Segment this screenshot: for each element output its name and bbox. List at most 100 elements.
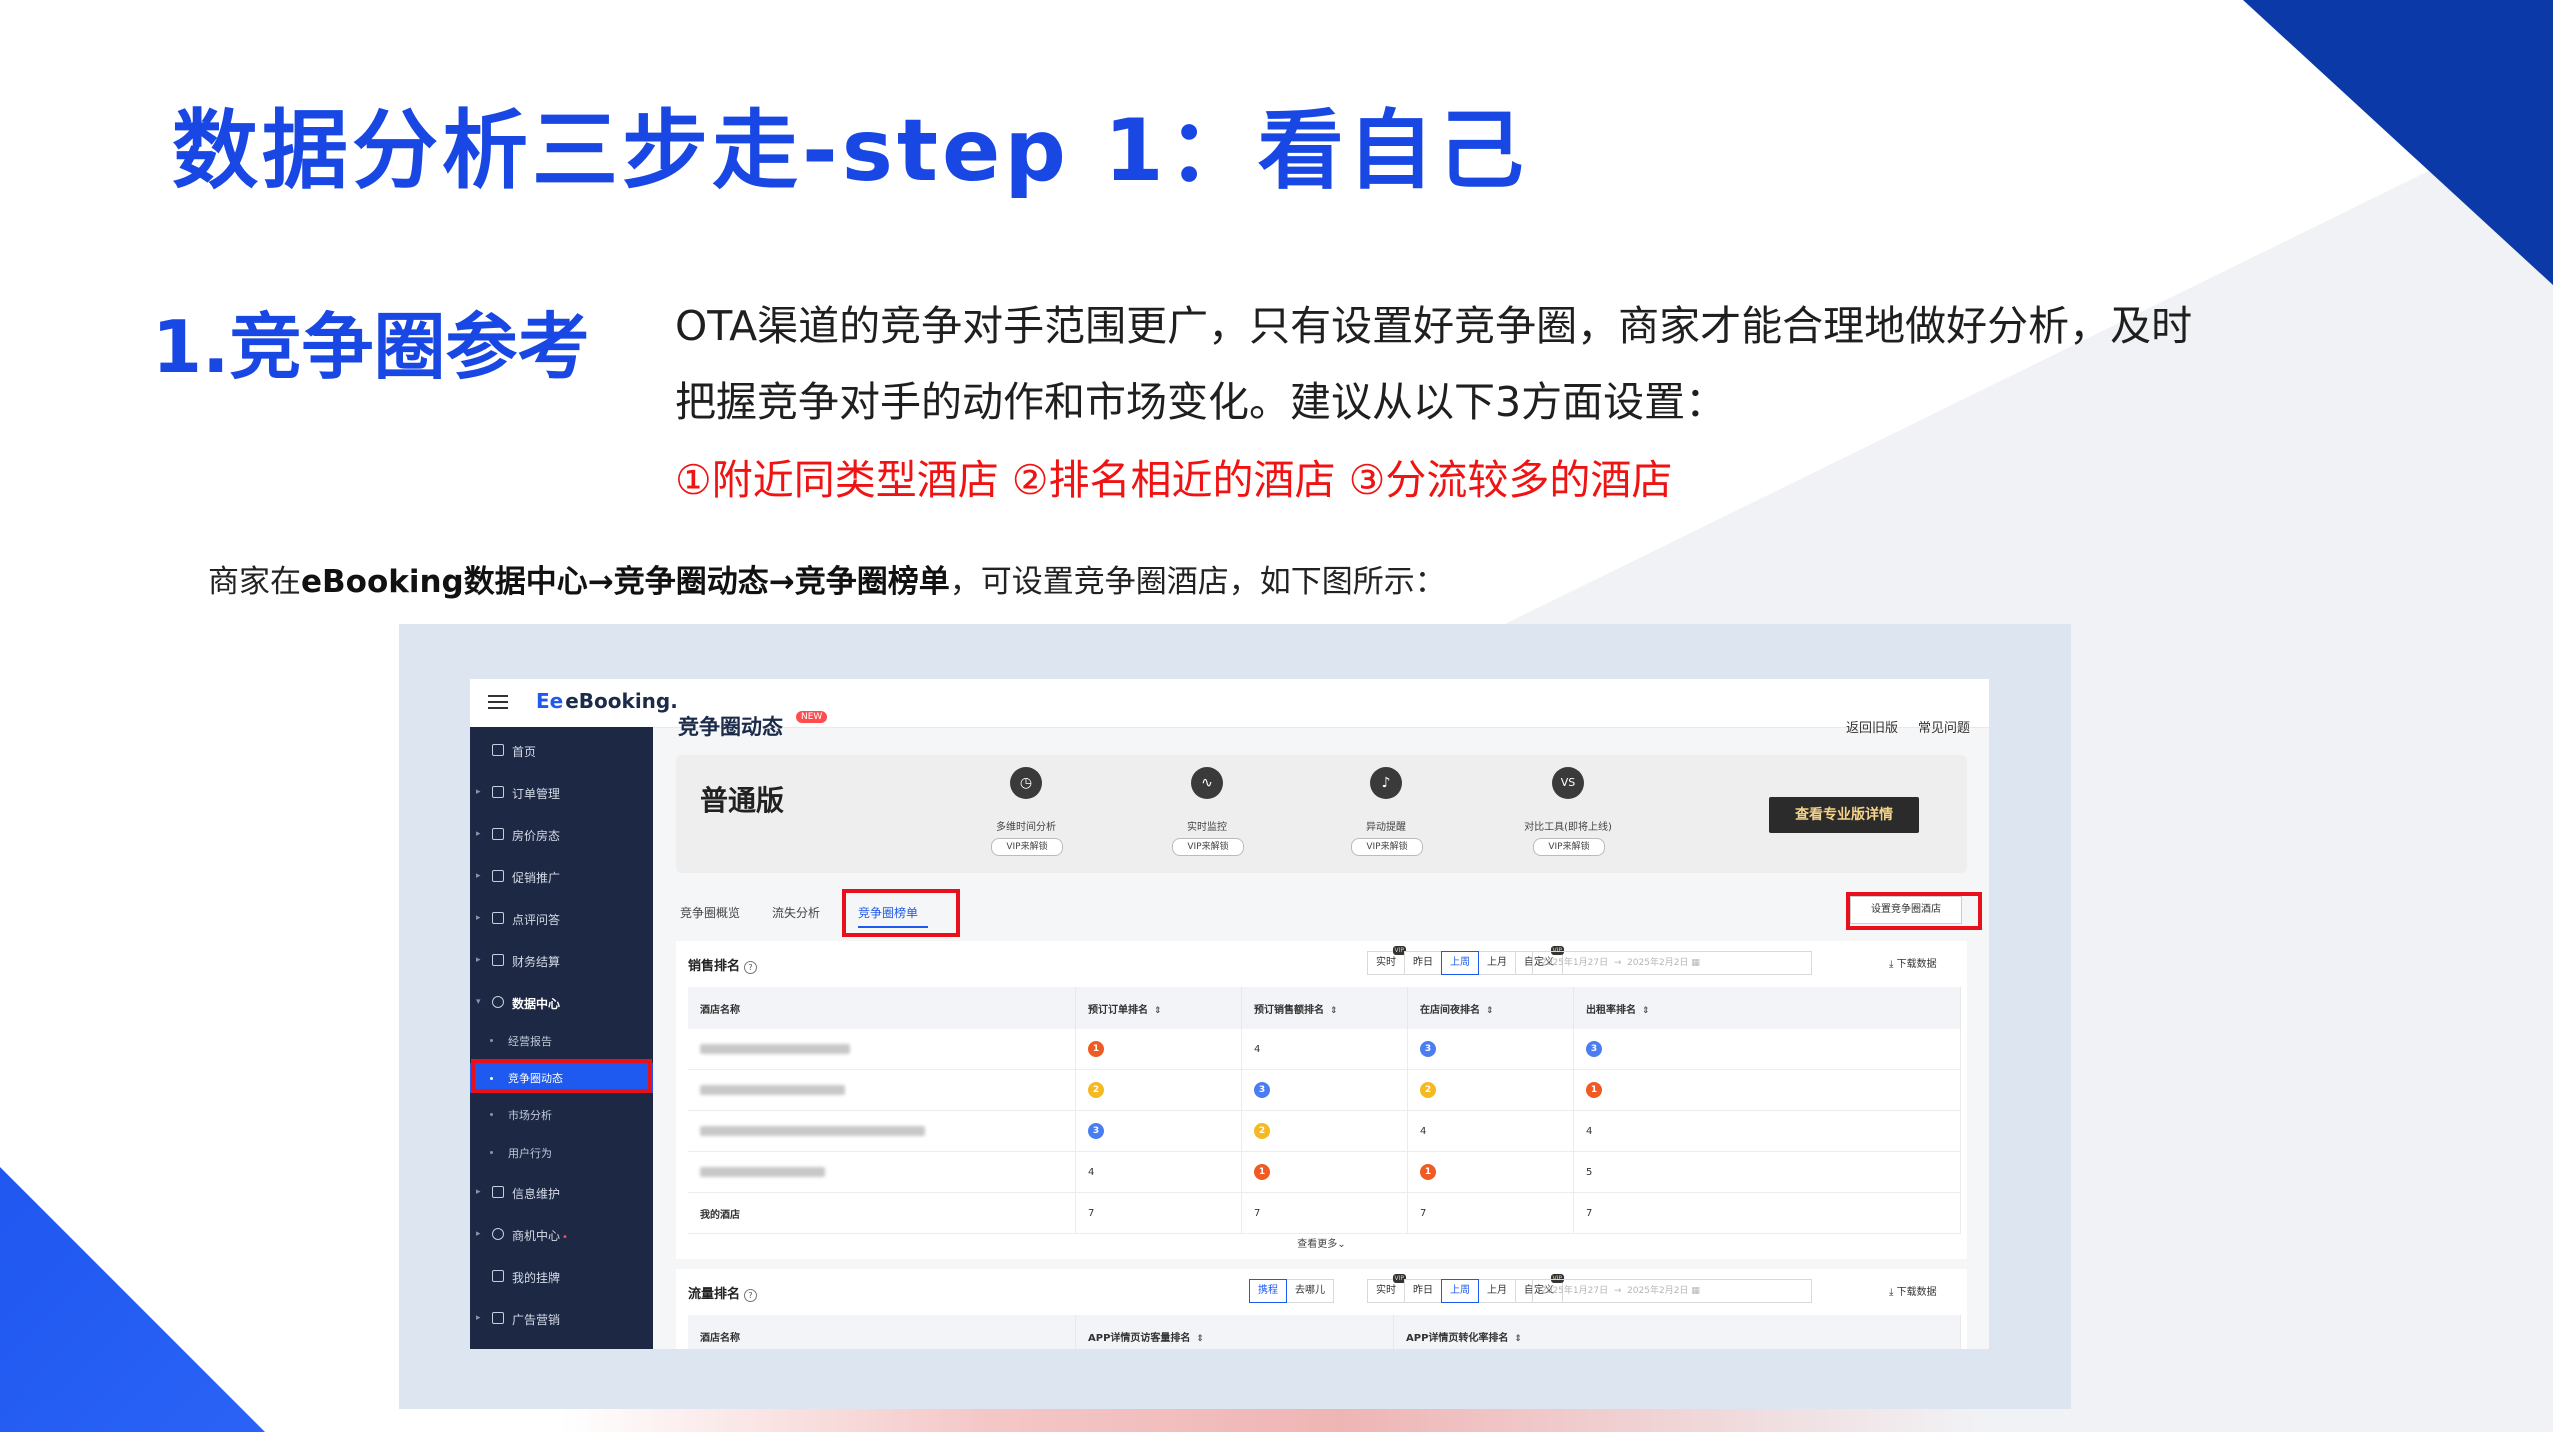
notification-dot: •: [562, 1232, 568, 1243]
column-sales-rank[interactable]: 预订销售额排名 ⇕: [1241, 987, 1408, 1029]
column-conversion-rank[interactable]: APP详情页转化率排名 ⇕: [1393, 1315, 1961, 1349]
rank-medal-icon: 2: [1420, 1082, 1436, 1098]
rank-cell: 2: [1407, 1069, 1574, 1111]
rank-medal-icon: 3: [1420, 1041, 1436, 1057]
vip-unlock-button[interactable]: VIP来解锁: [1351, 838, 1423, 856]
rank-cell: 4: [1407, 1110, 1574, 1152]
feature-name: 对比工具(即将上线): [1524, 822, 1612, 833]
panel-title: 销售排名?: [688, 955, 758, 974]
column-order-rank[interactable]: 预订订单排名 ⇕: [1075, 987, 1242, 1029]
sales-ranking-body: 1 4 3 3 2 3 2 1 3 2 4 4 4 1 1 5 我的酒店 7 7 7 7: [688, 1029, 1961, 1234]
traffic-ranking-table: 酒店名称 APP详情页访客量排名 ⇕ APP详情页转化率排名 ⇕: [688, 1315, 1961, 1349]
sidebar-item-info[interactable]: ▸ 信息维护: [470, 1175, 653, 1211]
view-pro-edition-button[interactable]: 查看专业版详情: [1769, 797, 1919, 833]
sidebar-item-reviews[interactable]: ▸ 点评问答: [470, 901, 653, 937]
finance-icon: [492, 954, 504, 966]
faq-link[interactable]: 常见问题: [1918, 717, 1970, 736]
sort-icon: ⇕: [1514, 1333, 1522, 1344]
column-occupancy-rank[interactable]: 出租率排名 ⇕: [1573, 987, 1961, 1029]
download-data-button[interactable]: ⤓ 下载数据: [1889, 1283, 1937, 1298]
date-range-picker[interactable]: 2025年1月27日 → 2025年2月2日 ▦: [1532, 1279, 1812, 1303]
sidebar-item-promotion[interactable]: ▸ 促销推广: [470, 859, 653, 895]
feature-name: 多维时间分析: [996, 822, 1056, 833]
traffic-ranking-panel: 流量排名? 携程 去哪儿 实时 VIP 昨日 上周 上月 自定义 VIP 2025年…: [676, 1269, 1967, 1349]
range-yesterday[interactable]: 昨日: [1404, 1279, 1442, 1303]
view-more-link[interactable]: 查看更多⌄: [676, 1235, 1967, 1250]
range-last-week[interactable]: 上周: [1441, 1279, 1479, 1303]
bell-icon: ♪: [1370, 767, 1402, 799]
sort-icon: ⇕: [1486, 1005, 1494, 1016]
sidebar-item-data-center[interactable]: ▾ 数据中心: [470, 985, 653, 1021]
rank-cell: 3: [1573, 1029, 1961, 1070]
help-icon[interactable]: ?: [744, 1289, 758, 1302]
rank-cell: 1: [1573, 1069, 1961, 1111]
table-header-row: 酒店名称 预订订单排名 ⇕ 预订销售额排名 ⇕ 在店间夜排名 ⇕ 出租率排名 ⇕: [688, 987, 1961, 1029]
sidebar-item-label: 广告营销: [512, 1313, 561, 1327]
sidebar-sub-user-behavior[interactable]: 用户行为: [470, 1137, 653, 1169]
column-room-nights-rank[interactable]: 在店间夜排名 ⇕: [1407, 987, 1574, 1029]
help-icon[interactable]: ?: [744, 961, 758, 974]
range-realtime[interactable]: 实时 VIP: [1367, 1274, 1406, 1303]
sidebar-item-rooms[interactable]: ▸ 房价房态: [470, 817, 653, 853]
highlight-box-sidebar: [471, 1059, 652, 1093]
rank-medal-icon: 1: [1254, 1164, 1270, 1180]
column-label: 预订销售额排名: [1254, 1004, 1324, 1016]
sidebar-item-label: 促销推广: [512, 871, 561, 885]
feature-name: 实时监控: [1187, 822, 1227, 833]
range-yesterday[interactable]: 昨日: [1404, 951, 1442, 975]
download-icon: ⤓: [1889, 959, 1894, 970]
blurred-hotel-name: [700, 1084, 845, 1095]
feature-change-alert: ♪ 异动提醒 VIP来解锁: [1316, 763, 1456, 867]
range-realtime[interactable]: 实时 VIP: [1367, 946, 1406, 975]
panel-title-text: 流量排名: [688, 1287, 741, 1302]
column-visitor-rank[interactable]: APP详情页访客量排名 ⇕: [1075, 1315, 1394, 1349]
vip-unlock-button[interactable]: VIP来解锁: [991, 838, 1063, 856]
hotel-name-cell: [688, 1151, 1076, 1193]
expand-arrow-icon: ▸: [476, 871, 481, 881]
sidebar-item-text: 商机中心: [512, 1229, 561, 1243]
expand-arrow-icon: ▸: [476, 1313, 481, 1323]
sidebar-sub-business-report[interactable]: 经营报告: [470, 1025, 653, 1057]
rank-cell: 4: [1573, 1110, 1961, 1152]
rank-cell: 1: [1407, 1151, 1574, 1193]
rank-medal-icon: 1: [1586, 1082, 1602, 1098]
range-last-month[interactable]: 上月: [1478, 1279, 1516, 1303]
recommendation-line: ①附近同类型酒店 ②排名相近的酒店 ③分流较多的酒店: [675, 456, 1673, 504]
order-icon: [492, 786, 504, 798]
tab-overview[interactable]: 竞争圈概览: [680, 904, 740, 921]
table-row: 4115: [688, 1151, 1961, 1193]
date-end: 2025年2月2日: [1627, 1286, 1689, 1296]
logo-mark: Ee: [536, 689, 564, 713]
source-ctrip[interactable]: 携程: [1249, 1279, 1287, 1303]
sidebar-item-ads[interactable]: ▸ 广告营销: [470, 1301, 653, 1337]
date-range-picker[interactable]: 2025年1月27日 → 2025年2月2日 ▦: [1532, 951, 1812, 975]
sort-icon: ⇕: [1196, 1333, 1204, 1344]
page-title: 竞争圈动态: [678, 715, 783, 739]
highlight-box-tab: [842, 889, 960, 937]
vip-unlock-button[interactable]: VIP来解锁: [1533, 838, 1605, 856]
ebooking-logo[interactable]: Ee eBooking.: [536, 689, 678, 713]
vip-unlock-button[interactable]: VIP来解锁: [1172, 838, 1244, 856]
sidebar-item-listing[interactable]: 我的挂牌: [470, 1259, 653, 1295]
tab-loss-analysis[interactable]: 流失分析: [772, 904, 820, 921]
logo-text: eBooking.: [565, 689, 678, 713]
rank-cell: 7: [1241, 1192, 1408, 1234]
sidebar-item-business[interactable]: ▸ 商机中心 •: [470, 1217, 653, 1253]
hotel-name-cell: [688, 1069, 1076, 1111]
sidebar-item-finance[interactable]: ▸ 财务结算: [470, 943, 653, 979]
sidebar-item-orders[interactable]: ▸ 订单管理: [470, 775, 653, 811]
download-data-button[interactable]: ⤓ 下载数据: [1889, 955, 1937, 970]
range-last-month[interactable]: 上月: [1478, 951, 1516, 975]
back-to-old-version-link[interactable]: 返回旧版: [1846, 717, 1898, 736]
sidebar-item-home[interactable]: 首页: [470, 733, 653, 769]
rank-medal-icon: 3: [1586, 1041, 1602, 1057]
hamburger-menu-icon[interactable]: [488, 693, 510, 711]
chart-icon: [492, 996, 504, 1008]
home-icon: [492, 744, 504, 756]
range-last-week[interactable]: 上周: [1441, 951, 1479, 975]
download-icon: ⤓: [1889, 1287, 1894, 1298]
panel-title: 流量排名?: [688, 1283, 758, 1302]
sidebar-sub-market-analysis[interactable]: 市场分析: [470, 1099, 653, 1131]
source-qunar[interactable]: 去哪儿: [1286, 1279, 1334, 1303]
collapse-arrow-icon: ▾: [476, 997, 481, 1007]
